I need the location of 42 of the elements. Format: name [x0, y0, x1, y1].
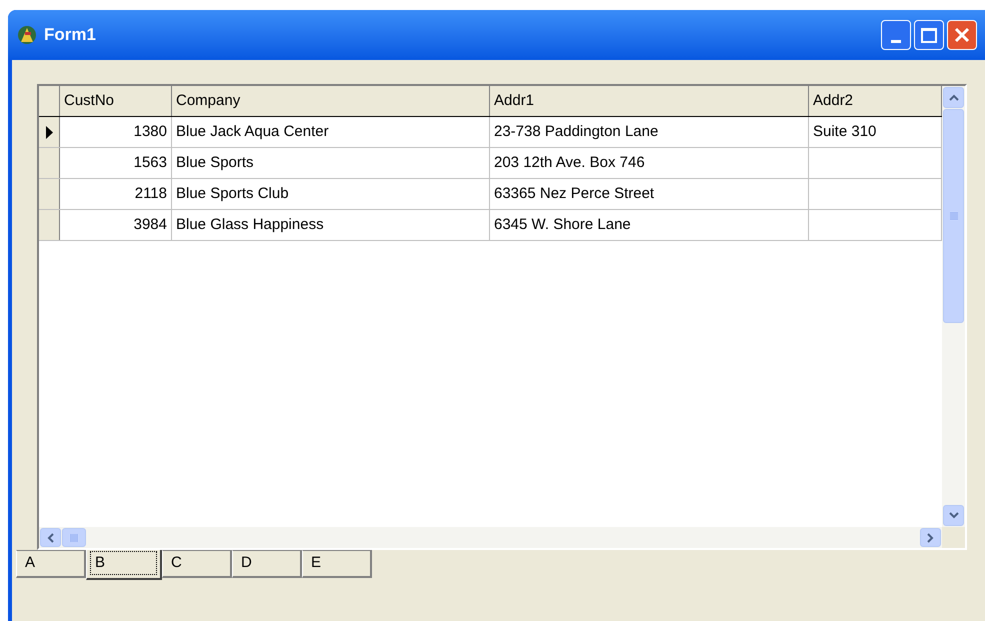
- table-cell-text: 1563: [134, 152, 167, 173]
- tab[interactable]: E: [302, 550, 372, 578]
- table-cell-text: Blue Jack Aqua Center: [176, 122, 329, 142]
- vertical-scrollbar[interactable]: [942, 86, 965, 527]
- table-cell-text: Blue Sports: [176, 152, 254, 173]
- table-cell-text: 2118: [134, 184, 167, 204]
- scrollbar-corner: [942, 527, 965, 548]
- table-cell-text: 63365 Nez Perce Street: [494, 184, 654, 204]
- table-cell-text: 1380: [134, 122, 167, 142]
- minimize-button[interactable]: [881, 20, 911, 50]
- table-cell-text: 203 12th Ave. Box 746: [494, 152, 645, 173]
- maximize-icon: [921, 28, 937, 42]
- column-header[interactable]: CustNo: [60, 86, 172, 116]
- table-cell-text: Suite 310: [813, 122, 876, 142]
- grip-icon: [950, 212, 958, 220]
- scroll-right-button[interactable]: [920, 528, 941, 547]
- maximize-button[interactable]: [914, 20, 944, 50]
- table-cell-text: 3984: [134, 214, 167, 235]
- table-cell-text: 6345 W. Shore Lane: [494, 214, 631, 235]
- tab[interactable]: A: [16, 550, 86, 578]
- app-icon: [16, 24, 38, 46]
- table-cell-text: Blue Glass Happiness: [176, 214, 324, 235]
- column-header[interactable]: Company: [172, 86, 490, 116]
- tab[interactable]: B: [86, 549, 162, 580]
- table-cell-text: 23-738 Paddington Lane: [494, 122, 658, 142]
- grip-icon: [70, 534, 78, 542]
- close-button[interactable]: [947, 20, 977, 50]
- tab[interactable]: D: [232, 550, 302, 578]
- tab[interactable]: C: [162, 550, 232, 578]
- scroll-down-button[interactable]: [943, 505, 964, 526]
- close-icon: [954, 27, 970, 43]
- horizontal-scrollbar[interactable]: [39, 527, 942, 548]
- table-cell-text: Blue Sports Club: [176, 184, 289, 204]
- column-header[interactable]: Addr1: [490, 86, 809, 116]
- row-indicator[interactable]: [39, 117, 60, 147]
- window-title: Form1: [44, 24, 96, 46]
- scroll-thumb[interactable]: [62, 528, 86, 547]
- current-row-icon: [46, 126, 52, 138]
- scroll-thumb[interactable]: [943, 109, 964, 323]
- minimize-icon: [891, 40, 901, 43]
- scroll-left-button[interactable]: [40, 528, 61, 547]
- scroll-up-button[interactable]: [943, 87, 964, 108]
